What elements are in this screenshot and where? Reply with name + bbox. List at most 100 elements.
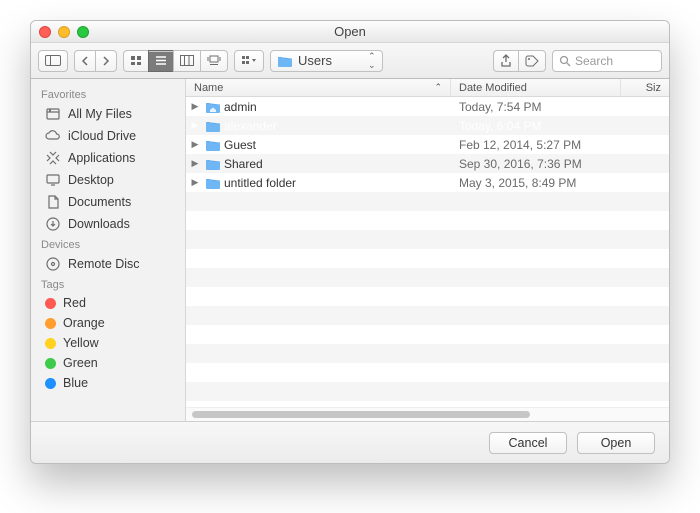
sidebar-item-label: All My Files — [68, 107, 132, 121]
sidebar-item[interactable]: Remote Disc — [31, 253, 185, 275]
search-field[interactable] — [552, 50, 662, 72]
coverflow-view-button[interactable] — [200, 50, 228, 72]
sidebar-group-label: Tags — [31, 275, 185, 293]
sidebar-item[interactable]: Yellow — [31, 333, 185, 353]
open-button[interactable]: Open — [577, 432, 655, 454]
column-header-size[interactable]: Siz — [621, 79, 669, 96]
icon-view-button[interactable] — [123, 50, 148, 72]
sidebar-item-label: Remote Disc — [68, 257, 140, 271]
applications-icon — [45, 150, 61, 166]
empty-row — [186, 363, 669, 382]
list-view-button[interactable] — [148, 50, 173, 72]
forward-button[interactable] — [95, 50, 117, 72]
share-tag-group — [493, 50, 546, 72]
sidebar-item-label: Green — [63, 356, 98, 370]
sidebar-item-label: Applications — [68, 151, 135, 165]
toggle-sidebar-button[interactable] — [38, 50, 68, 72]
toolbar: Users ⌃⌄ — [31, 43, 669, 79]
documents-icon — [45, 194, 61, 210]
chevron-left-icon — [81, 56, 89, 66]
icloud-icon — [45, 128, 61, 144]
tag-icon — [525, 55, 539, 67]
list-icon — [155, 55, 167, 66]
sidebar-group-label: Devices — [31, 235, 185, 253]
file-list[interactable]: ▶adminToday, 7:54 PM▶alexanderToday, 6:0… — [186, 97, 669, 407]
table-row[interactable]: ▶alexanderToday, 6:04 PM — [186, 116, 669, 135]
file-list-pane: Name ⌃ Date Modified Siz ▶adminToday, 7:… — [186, 79, 669, 421]
sidebar-item-label: Orange — [63, 316, 105, 330]
desktop-icon — [45, 172, 61, 188]
sidebar-icon — [45, 55, 61, 66]
empty-row — [186, 249, 669, 268]
open-dialog-window: Open — [30, 20, 670, 464]
folder-icon — [204, 120, 222, 132]
arrange-icon — [241, 55, 257, 66]
empty-row — [186, 211, 669, 230]
table-row[interactable]: ▶GuestFeb 12, 2014, 5:27 PM — [186, 135, 669, 154]
sidebar: FavoritesAll My FilesiCloud DriveApplica… — [31, 79, 186, 421]
share-button[interactable] — [493, 50, 518, 72]
sidebar-item-label: Documents — [68, 195, 131, 209]
column-header-name[interactable]: Name ⌃ — [186, 79, 451, 96]
sidebar-item[interactable]: Applications — [31, 147, 185, 169]
home-folder-icon — [204, 101, 222, 113]
column-view-button[interactable] — [173, 50, 200, 72]
zoom-window-button[interactable] — [77, 26, 89, 38]
location-popup[interactable]: Users ⌃⌄ — [270, 50, 383, 72]
column-header-date[interactable]: Date Modified — [451, 79, 621, 96]
columns-icon — [180, 55, 194, 66]
back-button[interactable] — [74, 50, 95, 72]
table-row[interactable]: ▶ untitled folderMay 3, 2015, 8:49 PM — [186, 173, 669, 192]
scrollbar-thumb[interactable] — [192, 411, 530, 418]
disclosure-triangle-icon[interactable]: ▶ — [186, 177, 204, 188]
file-date-modified: Today, 6:04 PM — [451, 119, 621, 133]
minimize-window-button[interactable] — [58, 26, 70, 38]
remote-disc-icon — [45, 256, 61, 272]
sidebar-item[interactable]: Desktop — [31, 169, 185, 191]
horizontal-scrollbar[interactable] — [186, 407, 669, 421]
folder-icon — [204, 158, 222, 170]
sort-indicator-icon: ⌃ — [434, 82, 442, 93]
tag-dot-icon — [45, 298, 56, 309]
disclosure-triangle-icon[interactable]: ▶ — [186, 120, 204, 131]
sidebar-item-label: Blue — [63, 376, 88, 390]
disclosure-triangle-icon[interactable]: ▶ — [186, 101, 204, 112]
downloads-icon — [45, 216, 61, 232]
empty-row — [186, 192, 669, 211]
nav-buttons — [74, 50, 117, 72]
sidebar-item[interactable]: Blue — [31, 373, 185, 393]
empty-row — [186, 382, 669, 401]
folder-icon — [204, 139, 222, 151]
table-row[interactable]: ▶SharedSep 30, 2016, 7:36 PM — [186, 154, 669, 173]
file-name: Shared — [222, 157, 451, 171]
search-input[interactable] — [575, 54, 645, 68]
close-window-button[interactable] — [39, 26, 51, 38]
empty-row — [186, 325, 669, 344]
file-name: untitled folder — [222, 176, 451, 190]
tags-button[interactable] — [518, 50, 546, 72]
cancel-button[interactable]: Cancel — [489, 432, 567, 454]
table-row[interactable]: ▶adminToday, 7:54 PM — [186, 97, 669, 116]
location-label: Users — [298, 53, 332, 68]
sidebar-item[interactable]: Documents — [31, 191, 185, 213]
sidebar-item-label: Yellow — [63, 336, 99, 350]
sidebar-item-label: iCloud Drive — [68, 129, 136, 143]
file-name: admin — [222, 100, 451, 114]
sidebar-item[interactable]: iCloud Drive — [31, 125, 185, 147]
file-date-modified: May 3, 2015, 8:49 PM — [451, 176, 621, 190]
tag-dot-icon — [45, 378, 56, 389]
tag-dot-icon — [45, 358, 56, 369]
window-title: Open — [334, 24, 366, 39]
sidebar-item[interactable]: Downloads — [31, 213, 185, 235]
disclosure-triangle-icon[interactable]: ▶ — [186, 139, 204, 150]
sidebar-item[interactable]: Green — [31, 353, 185, 373]
sidebar-item[interactable]: Orange — [31, 313, 185, 333]
sidebar-item[interactable]: Red — [31, 293, 185, 313]
arrange-button[interactable] — [234, 50, 264, 72]
disclosure-triangle-icon[interactable]: ▶ — [186, 158, 204, 169]
coverflow-icon — [207, 55, 221, 66]
tag-dot-icon — [45, 338, 56, 349]
column-headers: Name ⌃ Date Modified Siz — [186, 79, 669, 97]
sidebar-item[interactable]: All My Files — [31, 103, 185, 125]
share-icon — [500, 54, 512, 68]
